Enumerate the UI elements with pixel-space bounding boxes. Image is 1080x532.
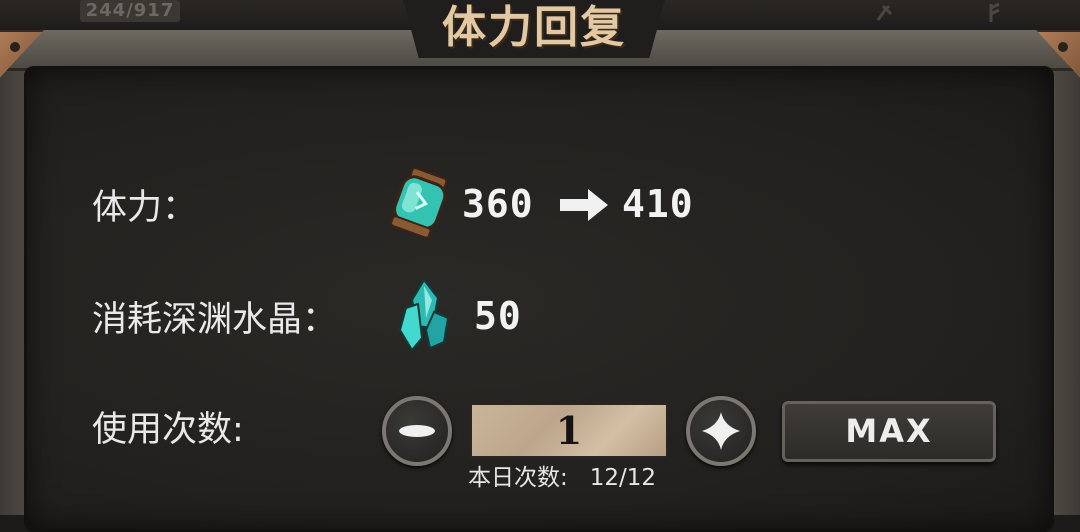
- cost-value: 50: [474, 294, 522, 338]
- rivet: [10, 42, 20, 52]
- cost-label: 消耗深渊水晶：: [92, 300, 338, 340]
- pickaxe-icon: [876, 4, 893, 21]
- decrease-button[interactable]: [382, 396, 452, 466]
- increase-button[interactable]: [686, 396, 756, 466]
- minus-icon: [399, 425, 435, 437]
- stamina-to-value: 410: [622, 182, 694, 226]
- stamina-bottle-icon: [390, 167, 448, 239]
- plus-icon: [702, 412, 740, 450]
- stamina-label: 体力：: [92, 188, 198, 228]
- resource-counter: 244/917: [80, 0, 180, 22]
- daily-count-label: 本日次数:: [468, 465, 568, 491]
- stamina-from-value: 360: [462, 182, 534, 226]
- abyss-crystal-icon: [398, 278, 450, 352]
- use-count-value: 1: [555, 408, 583, 453]
- dialog-title: 体力回复: [442, 2, 626, 53]
- max-button[interactable]: MAX: [782, 401, 996, 462]
- rune-icon: [989, 2, 1000, 22]
- rivet: [1058, 42, 1068, 52]
- uses-label: 使用次数:: [92, 410, 244, 450]
- daily-count-value: 12/12: [589, 465, 657, 491]
- right-arrow-icon: [560, 189, 608, 221]
- daily-count: 本日次数: 12/12: [468, 462, 656, 494]
